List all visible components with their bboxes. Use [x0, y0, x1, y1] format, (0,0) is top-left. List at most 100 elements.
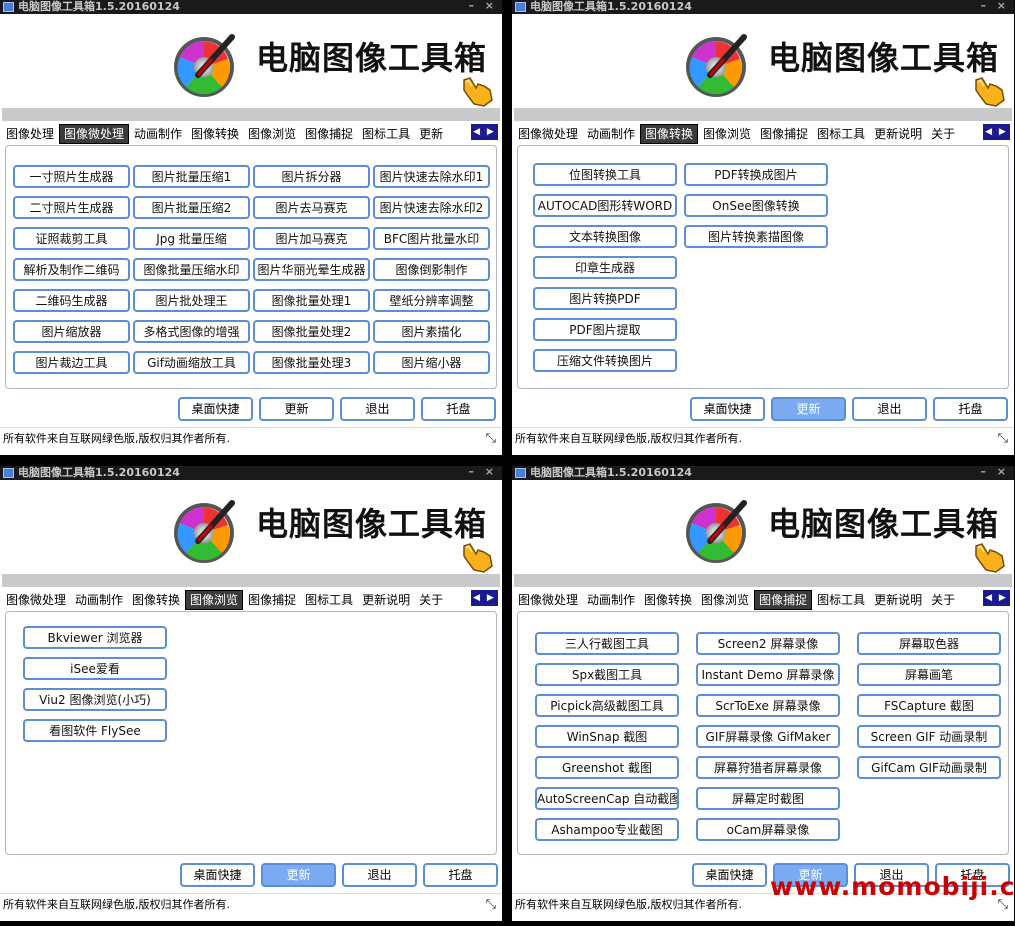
tool-button[interactable]: Spx截图工具: [535, 663, 679, 686]
tab-0[interactable]: 图像微处理: [514, 591, 582, 609]
tool-button[interactable]: iSee爱看: [23, 657, 167, 680]
tab-1[interactable]: 动画制作: [583, 125, 639, 143]
tool-button[interactable]: 图像批量处理1: [253, 289, 370, 312]
tool-button[interactable]: 多格式图像的增强: [133, 320, 250, 343]
tool-button[interactable]: 看图软件 FlySee: [23, 719, 167, 742]
tool-button[interactable]: 图片缩小器: [373, 351, 490, 374]
tool-button[interactable]: FSCapture 截图: [857, 694, 1001, 717]
tool-button[interactable]: 图片华丽光晕生成器: [253, 258, 370, 281]
tool-button[interactable]: 图像倒影制作: [373, 258, 490, 281]
tool-button[interactable]: 二寸照片生成器: [13, 196, 130, 219]
tool-button[interactable]: 一寸照片生成器: [13, 165, 130, 188]
tab-6[interactable]: 更新说明: [870, 125, 926, 143]
tab-2[interactable]: 图像转换: [640, 591, 696, 609]
desktop-shortcut-button[interactable]: 桌面快捷: [178, 397, 253, 421]
tab-7[interactable]: 更新: [415, 125, 447, 143]
tool-button[interactable]: PDF图片提取: [533, 318, 677, 341]
tool-button[interactable]: 图片拆分器: [253, 165, 370, 188]
tool-button[interactable]: Screen2 屏幕录像: [696, 632, 840, 655]
tab-2[interactable]: 动画制作: [130, 125, 186, 143]
tab-6[interactable]: 图标工具: [358, 125, 414, 143]
tab-3[interactable]: 图像转换: [187, 125, 243, 143]
resize-grip-icon[interactable]: ⤡: [998, 428, 1008, 450]
tool-button[interactable]: 图片批处理王: [133, 289, 250, 312]
tab-6[interactable]: 更新说明: [870, 591, 926, 609]
tool-button[interactable]: Gif动画缩放工具: [133, 351, 250, 374]
tool-button[interactable]: 图像批量处理2: [253, 320, 370, 343]
tab-3[interactable]: 图像浏览: [697, 591, 753, 609]
tab-2[interactable]: 图像转换: [640, 124, 699, 144]
tab-1[interactable]: 动画制作: [71, 591, 127, 609]
minimize-icon[interactable]: –: [469, 466, 475, 478]
tab-scroll-arrows-icon[interactable]: ◀ ▶: [983, 124, 1010, 140]
tool-button[interactable]: 屏幕狩猎者屏幕录像: [696, 756, 840, 779]
tool-button[interactable]: Viu2 图像浏览(小巧): [23, 688, 167, 711]
tool-button[interactable]: 图像批量处理3: [253, 351, 370, 374]
tool-button[interactable]: 图片快速去除水印2: [373, 196, 490, 219]
tool-button[interactable]: AUTOCAD图形转WORD: [533, 194, 677, 217]
tool-button[interactable]: Instant Demo 屏幕录像: [696, 663, 840, 686]
close-icon[interactable]: ×: [997, 466, 1006, 478]
tab-5[interactable]: 图像捕捉: [301, 125, 357, 143]
tool-button[interactable]: ScrToExe 屏幕录像: [696, 694, 840, 717]
tool-button[interactable]: 屏幕定时截图: [696, 787, 840, 810]
update-button[interactable]: 更新: [771, 397, 846, 421]
tray-button[interactable]: 托盘: [423, 863, 498, 887]
tool-button[interactable]: 图片转换素描图像: [684, 225, 828, 248]
tool-button[interactable]: 图像批量压缩水印: [133, 258, 250, 281]
tab-3[interactable]: 图像浏览: [185, 590, 244, 610]
tab-4[interactable]: 图像浏览: [244, 125, 300, 143]
tab-1[interactable]: 图像微处理: [59, 124, 130, 144]
tool-button[interactable]: 图片去马赛克: [253, 196, 370, 219]
tab-3[interactable]: 图像浏览: [699, 125, 755, 143]
tool-button[interactable]: 屏幕取色器: [857, 632, 1001, 655]
tool-button[interactable]: 解析及制作二维码: [13, 258, 130, 281]
resize-grip-icon[interactable]: ⤡: [486, 428, 496, 450]
update-button[interactable]: 更新: [259, 397, 334, 421]
desktop-shortcut-button[interactable]: 桌面快捷: [690, 397, 765, 421]
minimize-icon[interactable]: –: [981, 466, 987, 478]
tool-button[interactable]: 二维码生成器: [13, 289, 130, 312]
tab-0[interactable]: 图像处理: [2, 125, 58, 143]
minimize-icon[interactable]: –: [469, 0, 475, 12]
close-icon[interactable]: ×: [485, 466, 494, 478]
tool-button[interactable]: 三人行截图工具: [535, 632, 679, 655]
exit-button[interactable]: 退出: [340, 397, 415, 421]
title-bar[interactable]: 电脑图像工具箱1.5.20160124 – ×: [512, 0, 1014, 14]
close-icon[interactable]: ×: [485, 0, 494, 12]
title-bar[interactable]: 电脑图像工具箱1.5.20160124 – ×: [0, 466, 502, 480]
exit-button[interactable]: 退出: [342, 863, 417, 887]
tray-button[interactable]: 托盘: [421, 397, 496, 421]
resize-grip-icon[interactable]: ⤡: [486, 894, 496, 916]
tab-0[interactable]: 图像微处理: [514, 125, 582, 143]
tab-6[interactable]: 更新说明: [358, 591, 414, 609]
tool-button[interactable]: 屏幕画笔: [857, 663, 1001, 686]
tab-4[interactable]: 图像捕捉: [754, 590, 813, 610]
tool-button[interactable]: GifCam GIF动画录制: [857, 756, 1001, 779]
tab-7[interactable]: 关于: [927, 591, 959, 609]
tool-button[interactable]: 壁纸分辨率调整: [373, 289, 490, 312]
tool-button[interactable]: AutoScreenCap 自动截图: [535, 787, 679, 810]
tool-button[interactable]: Greenshot 截图: [535, 756, 679, 779]
tool-button[interactable]: 压缩文件转换图片: [533, 349, 677, 372]
tool-button[interactable]: 图片快速去除水印1: [373, 165, 490, 188]
tab-5[interactable]: 图标工具: [813, 125, 869, 143]
tool-button[interactable]: Picpick高级截图工具: [535, 694, 679, 717]
desktop-shortcut-button[interactable]: 桌面快捷: [692, 863, 767, 887]
title-bar[interactable]: 电脑图像工具箱1.5.20160124 – ×: [0, 0, 502, 14]
tab-scroll-arrows-icon[interactable]: ◀ ▶: [471, 590, 498, 606]
tool-button[interactable]: 图片批量压缩1: [133, 165, 250, 188]
tool-button[interactable]: oCam屏幕录像: [696, 818, 840, 841]
tool-button[interactable]: 图片缩放器: [13, 320, 130, 343]
close-icon[interactable]: ×: [997, 0, 1006, 12]
tool-button[interactable]: GIF屏幕录像 GifMaker: [696, 725, 840, 748]
tab-2[interactable]: 图像转换: [128, 591, 184, 609]
tool-button[interactable]: Ashampoo专业截图: [535, 818, 679, 841]
tool-button[interactable]: 印章生成器: [533, 256, 677, 279]
tool-button[interactable]: Bkviewer 浏览器: [23, 626, 167, 649]
tab-5[interactable]: 图标工具: [813, 591, 869, 609]
tool-button[interactable]: WinSnap 截图: [535, 725, 679, 748]
tool-button[interactable]: 图片裁边工具: [13, 351, 130, 374]
tool-button[interactable]: BFC图片批量水印: [373, 227, 490, 250]
tab-1[interactable]: 动画制作: [583, 591, 639, 609]
